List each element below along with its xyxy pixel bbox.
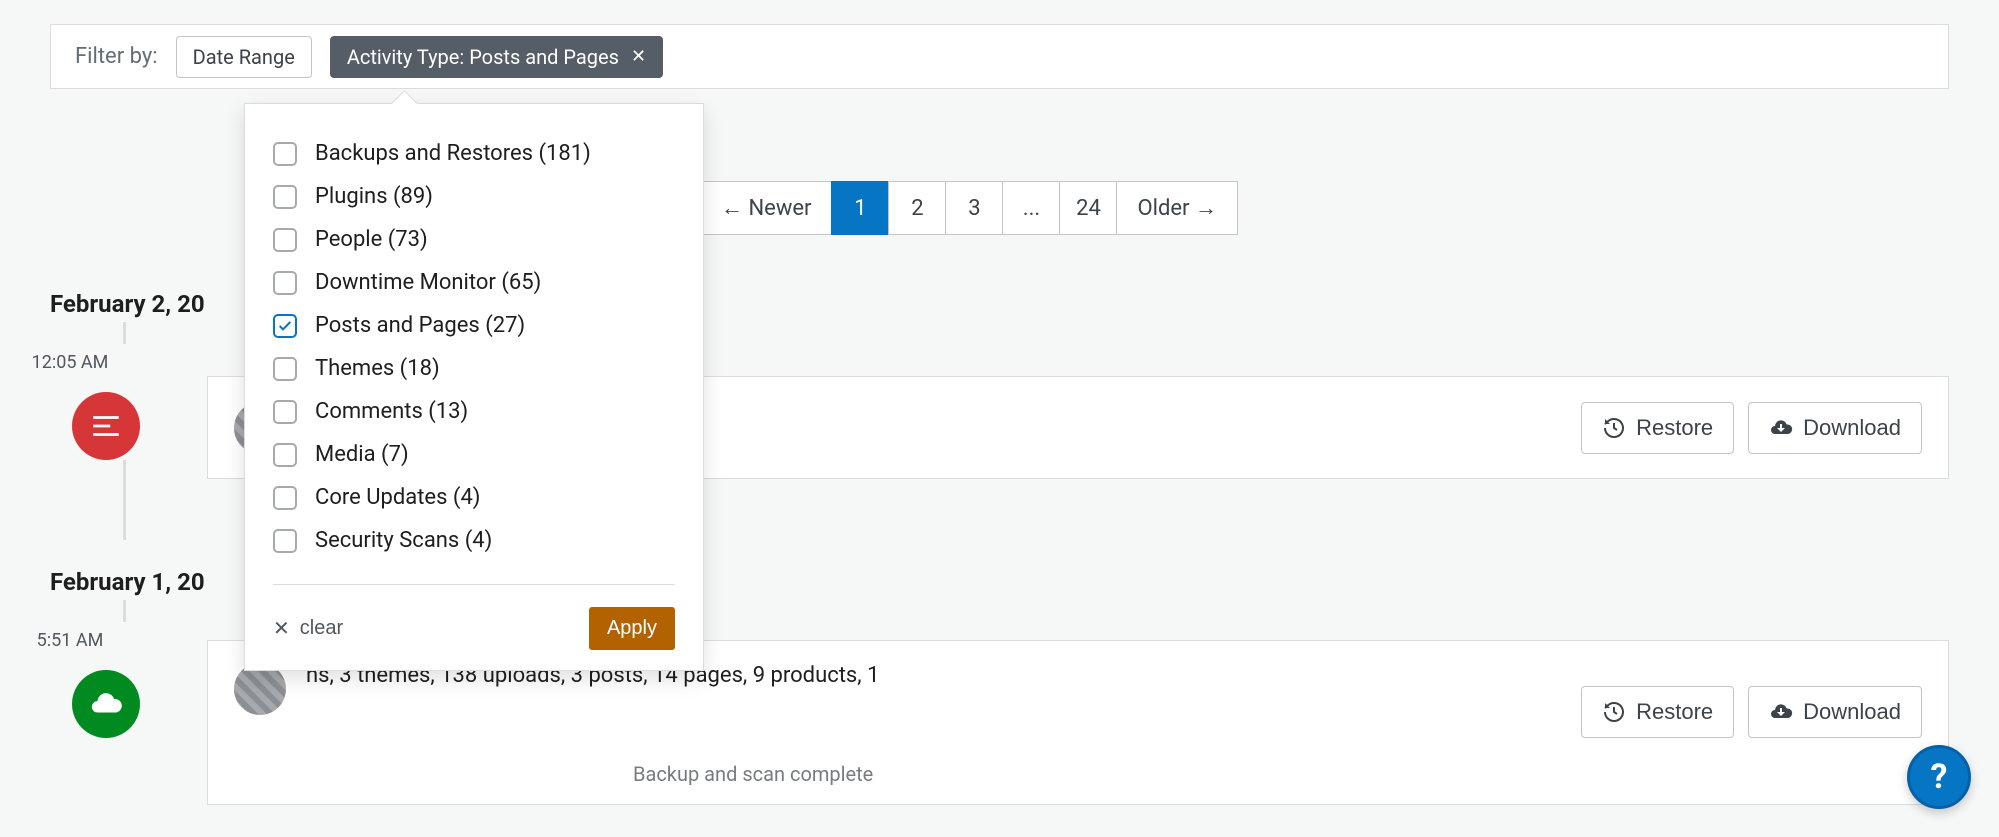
activity-type-option-label: Media (7): [315, 442, 409, 467]
activity-type-option-label: People (73): [315, 227, 428, 252]
time-label: 5:51 AM: [10, 630, 130, 651]
activity-type-option[interactable]: Comments (13): [273, 390, 675, 433]
filter-label: Filter by:: [75, 44, 158, 69]
activity-type-option-label: Plugins (89): [315, 184, 433, 209]
timeline-line: [123, 322, 126, 344]
apply-button[interactable]: Apply: [589, 607, 675, 650]
help-icon: ?: [1931, 757, 1948, 797]
activity-type-option[interactable]: Backups and Restores (181): [273, 132, 675, 175]
restore-icon: [1602, 700, 1626, 724]
pagination: ← Newer 1 2 3 ... 24 Older →: [700, 181, 1238, 235]
activity-type-option[interactable]: Downtime Monitor (65): [273, 261, 675, 304]
page-1-button[interactable]: 1: [831, 181, 889, 235]
download-button[interactable]: Download: [1748, 686, 1922, 738]
download-button[interactable]: Download: [1748, 402, 1922, 454]
activity-type-chip-label: Activity Type: Posts and Pages: [347, 45, 619, 69]
activity-type-option-label: Posts and Pages (27): [315, 313, 525, 338]
activity-type-option[interactable]: Themes (18): [273, 347, 675, 390]
activity-type-option-label: Security Scans (4): [315, 528, 492, 553]
page-24-button[interactable]: 24: [1059, 181, 1117, 235]
activity-type-option[interactable]: Core Updates (4): [273, 476, 675, 519]
checkbox[interactable]: [273, 400, 297, 424]
help-button[interactable]: ?: [1907, 745, 1971, 809]
date-range-chip[interactable]: Date Range: [176, 36, 312, 78]
activity-type-option-label: Comments (13): [315, 399, 468, 424]
activity-type-option[interactable]: Posts and Pages (27): [273, 304, 675, 347]
close-icon[interactable]: ✕: [631, 46, 646, 67]
cloud-download-icon: [1769, 416, 1793, 440]
activity-type-option[interactable]: People (73): [273, 218, 675, 261]
post-activity-icon: [72, 392, 140, 460]
newer-button[interactable]: ← Newer: [700, 181, 832, 235]
activity-type-dropdown: Backups and Restores (181) Plugins (89) Pe…: [244, 103, 704, 671]
activity-subtitle: Backup and scan complete: [633, 762, 873, 786]
restore-button[interactable]: Restore: [1581, 402, 1734, 454]
activity-type-option-label: Downtime Monitor (65): [315, 270, 541, 295]
clear-label: clear: [300, 617, 343, 640]
timeline-line: [123, 460, 126, 540]
activity-type-option[interactable]: Media (7): [273, 433, 675, 476]
restore-label: Restore: [1636, 415, 1713, 441]
checkbox[interactable]: [273, 486, 297, 510]
activity-type-option-label: Backups and Restores (181): [315, 141, 591, 166]
activity-type-option[interactable]: Plugins (89): [273, 175, 675, 218]
download-label: Download: [1803, 415, 1901, 441]
time-label: 12:05 AM: [10, 352, 130, 373]
checkbox[interactable]: [273, 228, 297, 252]
page-3-button[interactable]: 3: [945, 181, 1003, 235]
checkbox[interactable]: [273, 142, 297, 166]
cloud-download-icon: [1769, 700, 1793, 724]
older-button[interactable]: Older →: [1116, 181, 1237, 235]
activity-type-option[interactable]: Security Scans (4): [273, 519, 675, 562]
checkbox[interactable]: [273, 314, 297, 338]
checkbox[interactable]: [273, 443, 297, 467]
clear-button[interactable]: ✕ clear: [273, 616, 343, 641]
checkbox[interactable]: [273, 357, 297, 381]
close-icon: ✕: [273, 616, 290, 641]
activity-type-list: Backups and Restores (181) Plugins (89) Pe…: [245, 132, 703, 562]
backup-activity-icon: [72, 670, 140, 738]
filter-bar: Filter by: Date Range Activity Type: Pos…: [50, 24, 1949, 89]
page-2-button[interactable]: 2: [888, 181, 946, 235]
download-label: Download: [1803, 699, 1901, 725]
restore-button[interactable]: Restore: [1581, 686, 1734, 738]
restore-icon: [1602, 416, 1626, 440]
date-range-label: Date Range: [193, 45, 295, 69]
checkbox[interactable]: [273, 529, 297, 553]
day-header: February 2, 20: [50, 290, 205, 318]
checkbox[interactable]: [273, 271, 297, 295]
checkbox[interactable]: [273, 185, 297, 209]
timeline-line: [123, 600, 126, 622]
page-ellipsis: ...: [1002, 181, 1060, 235]
restore-label: Restore: [1636, 699, 1713, 725]
activity-type-chip[interactable]: Activity Type: Posts and Pages ✕: [330, 36, 663, 78]
activity-type-option-label: Themes (18): [315, 356, 440, 381]
activity-type-option-label: Core Updates (4): [315, 485, 480, 510]
day-header: February 1, 20: [50, 568, 205, 596]
